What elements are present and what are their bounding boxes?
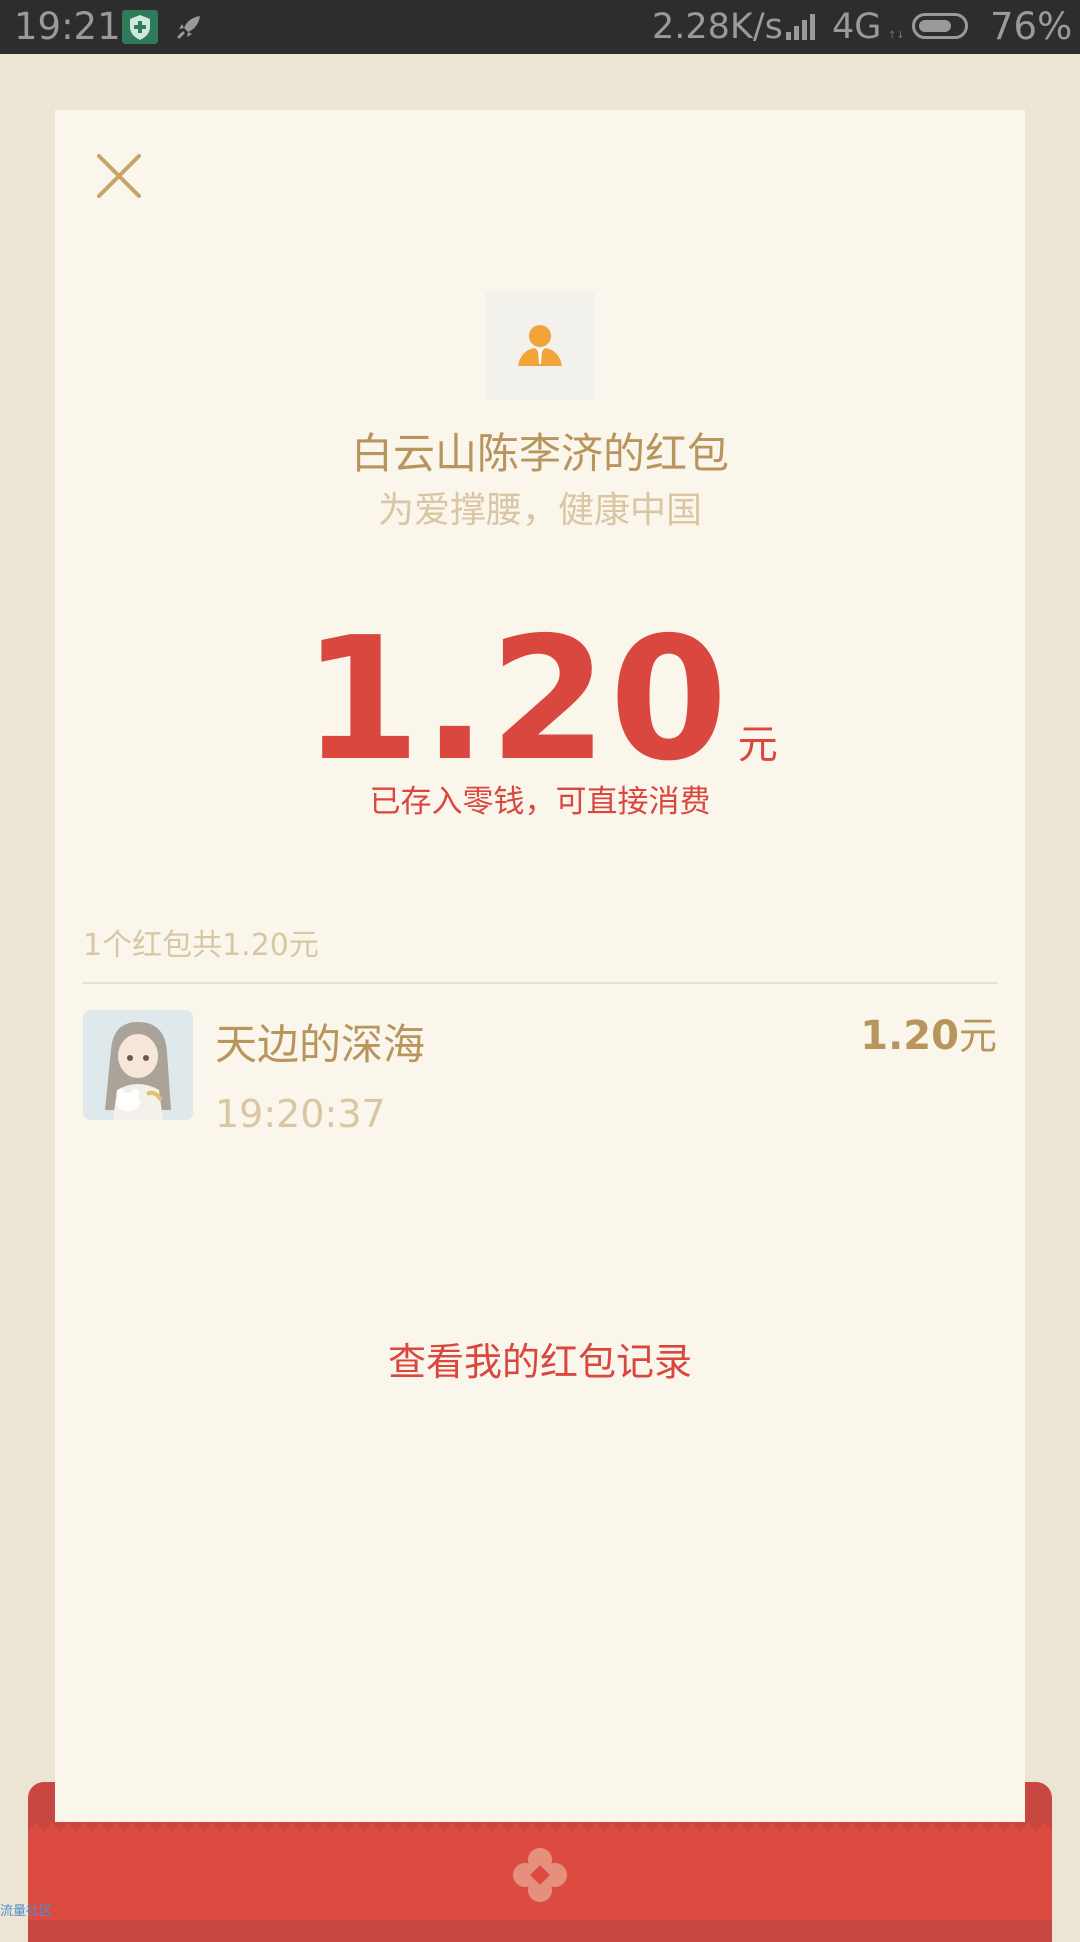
- recipient-name: 天边的深海: [215, 1020, 426, 1069]
- battery-icon: [912, 13, 968, 39]
- network-type: 4G: [832, 7, 882, 47]
- packet-detail-card: 白云山陈李济的红包 为爱撑腰，健康中国 1.20 元 已存入零钱，可直接消费 1个…: [55, 110, 1025, 1822]
- rocket-icon: [174, 12, 204, 42]
- records-summary: 1个红包共1.20元: [83, 928, 319, 963]
- close-button[interactable]: [91, 148, 147, 204]
- battery-level-fill: [919, 20, 951, 32]
- battery-percent: 76%: [990, 5, 1073, 48]
- amount-display: 1.20 元: [55, 600, 1025, 800]
- network-speed: 2.28K/s: [652, 7, 783, 47]
- amount-value: 1.20: [302, 601, 730, 799]
- anime-avatar-image: [83, 1010, 193, 1120]
- sender-avatar[interactable]: [485, 292, 595, 400]
- signal-bars-icon: [784, 12, 816, 42]
- status-bar: 19:21 2.28K/s 4G ↑↓ 76%: [0, 0, 1080, 54]
- person-avatar-icon: [518, 325, 562, 366]
- recipient-amount-unit: 元: [958, 1014, 997, 1058]
- recipient-amount-value: 1.20: [860, 1013, 959, 1059]
- balance-note[interactable]: 已存入零钱，可直接消费: [55, 780, 1025, 824]
- flower-emblem-icon: [510, 1845, 570, 1905]
- sender-title: 白云山陈李济的红包: [350, 429, 729, 478]
- avatar[interactable]: [83, 1010, 193, 1120]
- receive-time: 19:20:37: [215, 1092, 386, 1136]
- recipient-amount: 1.20元: [860, 1008, 997, 1072]
- view-packet-history-link[interactable]: 查看我的红包记录: [55, 1334, 1025, 1390]
- close-icon: [97, 154, 141, 198]
- watermark: 流量社区: [0, 1904, 53, 1919]
- shield-icon: [122, 10, 158, 44]
- status-time: 19:21: [14, 5, 121, 48]
- divider: [83, 982, 997, 984]
- network-activity: ↑↓: [888, 30, 905, 41]
- amount-unit: 元: [737, 722, 778, 768]
- packet-wish: 为爱撑腰，健康中国: [377, 490, 702, 531]
